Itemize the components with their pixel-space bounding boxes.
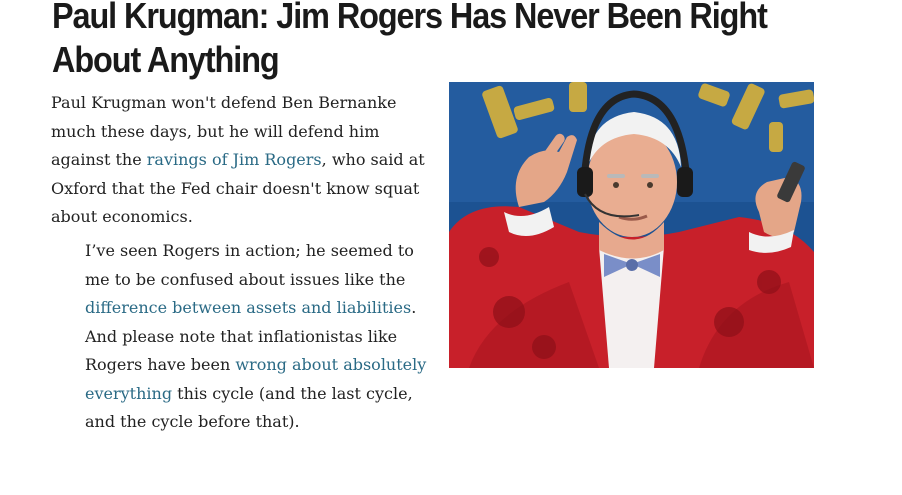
article-title: Paul Krugman: Jim Rogers Has Never Been …: [52, 0, 768, 80]
jim-rogers-photo-icon: [449, 82, 814, 368]
ravings-link[interactable]: ravings of Jim Rogers: [147, 150, 322, 169]
article-intro-paragraph: Paul Krugman won't defend Ben Bernanke m…: [51, 89, 436, 232]
quote-text-1: I’ve seen Rogers in action; he seemed to…: [85, 241, 414, 289]
krugman-quote: I’ve seen Rogers in action; he seemed to…: [85, 237, 430, 437]
article-photo: [449, 82, 814, 368]
assets-liabilities-link[interactable]: difference between assets and liabilitie…: [85, 298, 411, 317]
